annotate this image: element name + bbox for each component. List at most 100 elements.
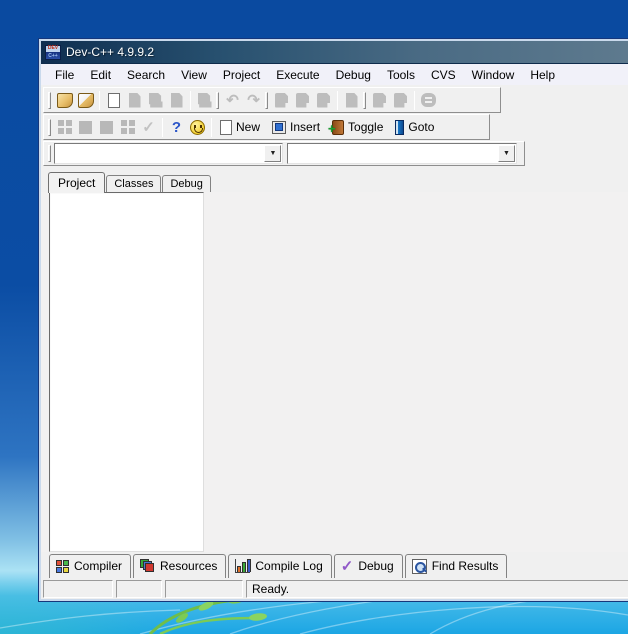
compiler-icon — [56, 560, 69, 573]
menu-project[interactable]: Project — [215, 66, 268, 84]
menu-file[interactable]: File — [47, 66, 82, 84]
member-combo-dropdown-button[interactable]: ▼ — [498, 145, 515, 162]
new-source-button[interactable] — [54, 117, 75, 138]
compile-and-run-button[interactable] — [313, 90, 334, 111]
compile-button[interactable] — [271, 90, 292, 111]
debug-button[interactable] — [369, 90, 390, 111]
toolbar-grip[interactable] — [48, 119, 51, 136]
toolbar-grip[interactable] — [216, 92, 219, 109]
compile-and-run-icon — [317, 93, 330, 108]
chevron-down-icon: ▼ — [270, 150, 277, 157]
toolbar-grip[interactable] — [48, 145, 51, 162]
app-icon-text-cpp: C++ — [48, 54, 57, 59]
open-project-button[interactable] — [75, 90, 96, 111]
report-tabs: Compiler Resources Compile Log ✓ Debug F… — [41, 552, 628, 578]
undo-icon: ↶ — [226, 93, 239, 108]
goto-label: Goto — [408, 120, 434, 134]
menubar: File Edit Search View Project Execute De… — [41, 64, 628, 85]
chevron-down-icon: ▼ — [503, 150, 510, 157]
tab-debug-report[interactable]: ✓ Debug — [334, 554, 403, 578]
desktop: DEV C++ Dev-C++ 4.9.9.2 File Edit Search… — [0, 0, 628, 634]
menu-execute[interactable]: Execute — [268, 66, 327, 84]
statusbar-panel-modified — [116, 580, 162, 598]
run-icon — [296, 93, 309, 108]
menu-window[interactable]: Window — [464, 66, 523, 84]
tab-classes[interactable]: Classes — [106, 175, 161, 192]
toolbar-grip[interactable] — [48, 92, 51, 109]
toggle-bookmark-button[interactable]: Toggle — [327, 116, 390, 138]
goto-bookmark-button[interactable]: Goto — [390, 116, 441, 138]
insert-button[interactable]: Insert — [267, 116, 327, 138]
undo-button[interactable]: ↶ — [222, 90, 243, 111]
remove-from-project-button[interactable] — [96, 117, 117, 138]
add-to-project-icon — [79, 121, 92, 134]
project-options-icon — [121, 120, 135, 134]
about-button[interactable] — [187, 117, 208, 138]
resources-icon — [140, 559, 155, 573]
window-title: Dev-C++ 4.9.9.2 — [66, 45, 154, 59]
abort-compilation-button[interactable] — [418, 90, 439, 111]
toggle-label: Toggle — [348, 120, 383, 134]
debug-check-icon: ✓ — [341, 559, 354, 574]
devcpp-window: DEV C++ Dev-C++ 4.9.9.2 File Edit Search… — [38, 38, 628, 602]
tab-find-results[interactable]: Find Results — [405, 554, 508, 578]
add-to-project-button[interactable] — [75, 117, 96, 138]
save-all-icon — [149, 93, 163, 108]
titlebar[interactable]: DEV C++ Dev-C++ 4.9.9.2 — [41, 41, 628, 64]
print-icon — [198, 93, 212, 108]
smiley-face-icon — [190, 120, 205, 135]
debug-icon — [373, 93, 386, 108]
check-syntax-button[interactable]: ✓ — [138, 117, 159, 138]
toggle-bookmark-icon — [332, 120, 344, 135]
menu-help[interactable]: Help — [522, 66, 563, 84]
toolbar-project-help: ✓ ? New Insert Toggle — [43, 114, 490, 140]
tab-compiler[interactable]: Compiler — [49, 554, 131, 578]
help-button[interactable]: ? — [166, 117, 187, 138]
redo-icon: ↷ — [247, 93, 260, 108]
toolbar-separator — [190, 91, 191, 110]
tab-compile-log-label: Compile Log — [255, 559, 322, 573]
menu-view[interactable]: View — [173, 66, 215, 84]
abort-compilation-icon — [421, 93, 436, 107]
tab-project[interactable]: Project — [48, 172, 105, 193]
new-source-icon — [58, 120, 72, 134]
app-icon: DEV C++ — [45, 45, 61, 60]
find-results-icon — [412, 559, 427, 574]
menu-debug[interactable]: Debug — [328, 66, 379, 84]
close-file-button[interactable] — [166, 90, 187, 111]
new-file-button[interactable] — [103, 90, 124, 111]
new-bookmark-button[interactable]: New — [215, 116, 267, 138]
menu-edit[interactable]: Edit — [82, 66, 119, 84]
rebuild-all-button[interactable] — [341, 90, 362, 111]
class-combo-dropdown-button[interactable]: ▼ — [264, 145, 281, 162]
save-button[interactable] — [124, 90, 145, 111]
menu-search[interactable]: Search — [119, 66, 173, 84]
run-button[interactable] — [292, 90, 313, 111]
new-file-icon — [108, 93, 120, 108]
new-project-button[interactable] — [54, 90, 75, 111]
tab-compile-log[interactable]: Compile Log — [228, 554, 331, 578]
rebuild-all-icon — [346, 93, 358, 108]
close-file-icon — [171, 93, 183, 108]
project-options-button[interactable] — [117, 117, 138, 138]
toolbar-separator — [162, 118, 163, 137]
profile-button[interactable] — [390, 90, 411, 111]
class-combo[interactable]: ▼ — [54, 143, 284, 164]
help-icon: ? — [172, 120, 181, 135]
save-all-button[interactable] — [145, 90, 166, 111]
profile-icon — [394, 93, 407, 108]
toolbar-grip[interactable] — [363, 92, 366, 109]
statusbar: Ready. — [41, 578, 628, 599]
tab-resources[interactable]: Resources — [133, 554, 226, 578]
new-bookmark-icon — [220, 120, 232, 135]
project-tree-panel[interactable] — [49, 192, 204, 552]
redo-button[interactable]: ↷ — [243, 90, 264, 111]
toolbar-grip[interactable] — [265, 92, 268, 109]
menu-cvs[interactable]: CVS — [423, 66, 464, 84]
insert-label: Insert — [290, 120, 320, 134]
print-button[interactable] — [194, 90, 215, 111]
menu-tools[interactable]: Tools — [379, 66, 423, 84]
tab-debug[interactable]: Debug — [162, 175, 210, 192]
save-icon — [129, 93, 141, 108]
member-combo[interactable]: ▼ — [287, 143, 517, 164]
